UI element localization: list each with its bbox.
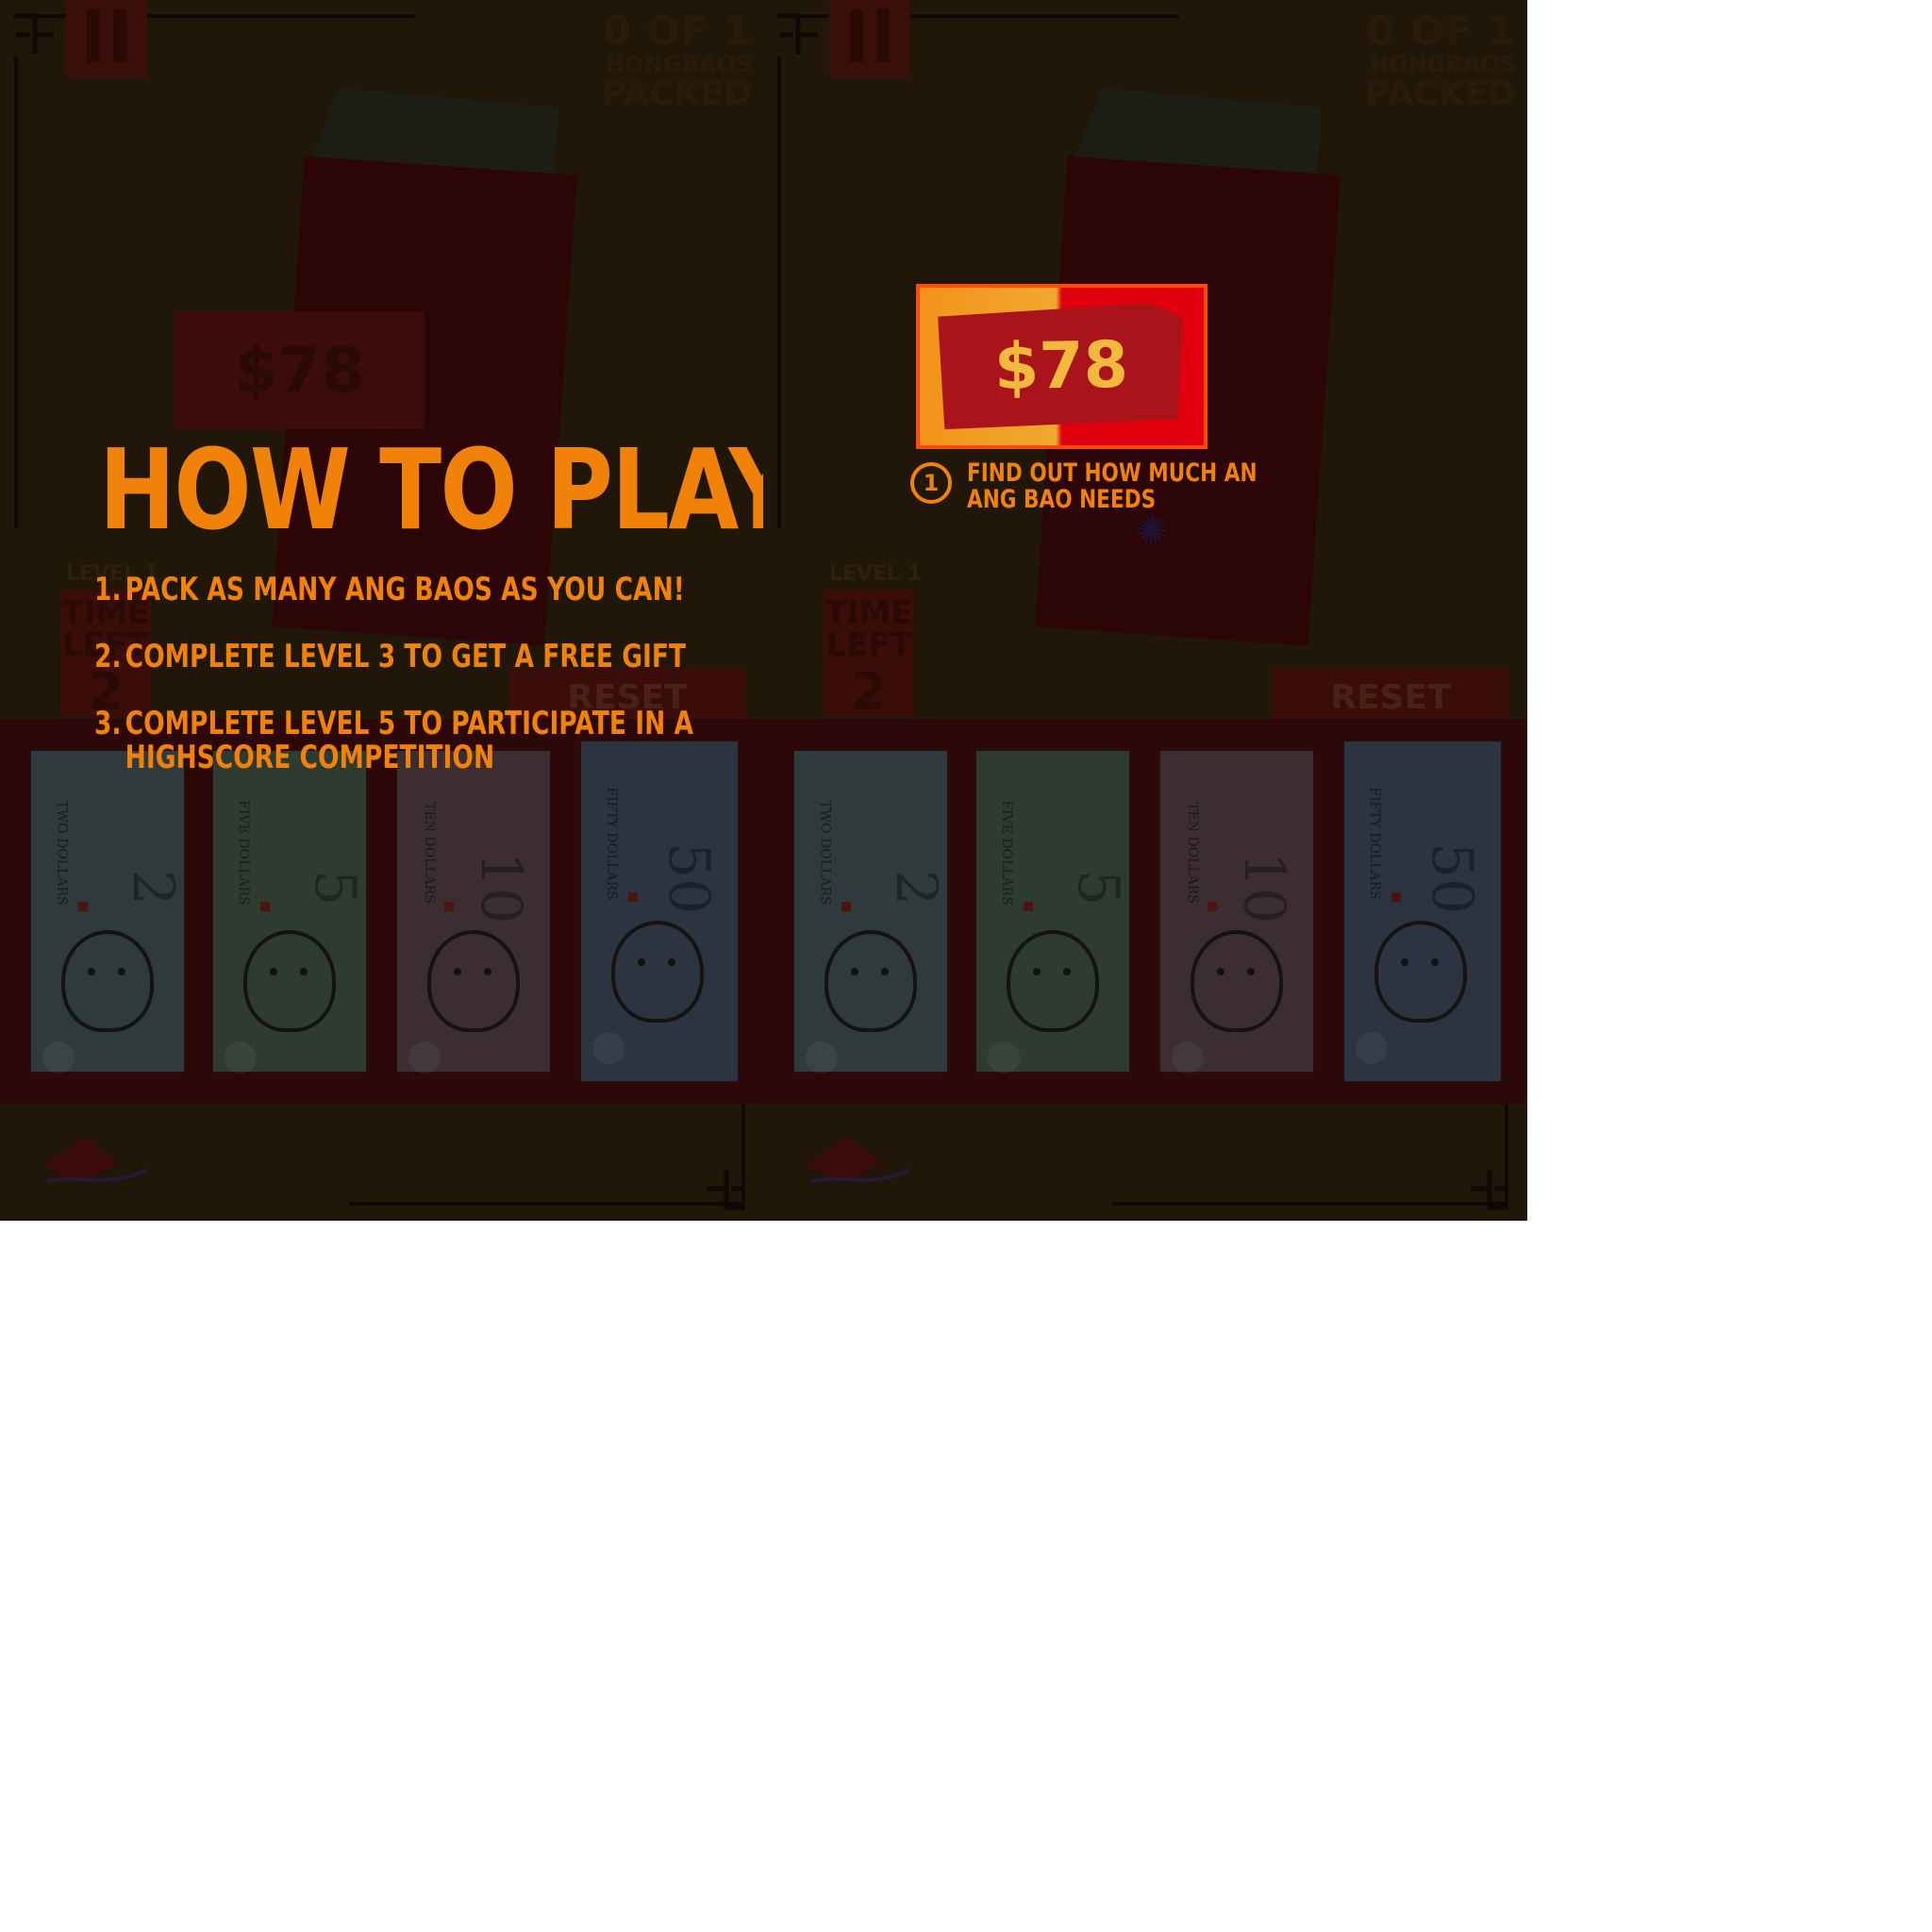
counter-label: HONGBAOS: [1370, 51, 1516, 77]
bill-2-dollar[interactable]: TWO DOLLARS 2: [30, 750, 186, 1074]
price-tag-highlight: $78: [916, 284, 1208, 449]
bill-10-dollar[interactable]: TEN DOLLARS 10: [1159, 750, 1314, 1074]
counter-label: HONGBAOS: [606, 51, 752, 77]
portrait-icon: [243, 930, 336, 1032]
how-to-play-step-1: 1. PACK AS MANY ANG BAOS AS YOU CAN!: [94, 571, 685, 608]
frame-bottom-line: [349, 1202, 745, 1206]
bill-5-dollar[interactable]: FIVE DOLLARS 5: [975, 750, 1131, 1074]
portrait-icon: [1007, 930, 1099, 1032]
frame-left-line: [14, 57, 18, 528]
brand-logo-icon: [806, 1137, 910, 1184]
counter-value: 0 OF 1: [602, 8, 752, 54]
portrait-icon: [427, 930, 520, 1032]
how-to-play-step-2: 2. COMPLETE LEVEL 3 TO GET A FREE GIFT: [94, 638, 687, 675]
how-to-play-panel: 0 OF 1 HONGBAOS PACKED $78 LEVEL 1 TIME …: [0, 0, 763, 1221]
bill-10-dollar[interactable]: TEN DOLLARS 10: [396, 750, 551, 1074]
how-to-play-title: HOW TO PLAY: [99, 425, 763, 555]
counter-value: 0 OF 1: [1366, 8, 1516, 54]
pause-button[interactable]: [66, 0, 147, 77]
game-screen: 0 OF 1 HONGBAOS PACKED $78 LEVEL 1 TIME …: [0, 0, 1527, 1221]
price-tag-dimmed: $78: [175, 311, 425, 429]
counter-label-packed: PACKED: [601, 75, 752, 113]
how-to-play-step-3: 3. COMPLETE LEVEL 5 TO PARTICIPATE IN A …: [94, 705, 694, 776]
bill-2-dollar[interactable]: TWO DOLLARS 2: [793, 750, 949, 1074]
knot-ornament-icon: [779, 13, 817, 54]
bill-50-dollar[interactable]: FIFTY DOLLARS 50: [1343, 741, 1502, 1082]
portrait-icon: [61, 930, 154, 1032]
bill-50-dollar[interactable]: FIFTY DOLLARS 50: [580, 741, 739, 1082]
brand-logo-icon: [42, 1137, 147, 1184]
portrait-icon: [611, 921, 704, 1023]
knot-ornament-icon: [1471, 1170, 1508, 1210]
knot-ornament-icon: [708, 1170, 745, 1210]
hongbao-counter: 0 OF 1 HONGBAOS PACKED: [601, 11, 752, 111]
counter-label-packed: PACKED: [1365, 75, 1516, 113]
frame-left-line: [777, 57, 781, 528]
bill-5-dollar[interactable]: FIVE DOLLARS 5: [212, 750, 368, 1074]
knot-ornament-icon: [16, 13, 54, 54]
level-label: LEVEL 1: [829, 562, 923, 586]
portrait-icon: [1374, 921, 1467, 1023]
portrait-icon: [1191, 930, 1283, 1032]
hongbao-counter: 0 OF 1 HONGBAOS PACKED: [1365, 11, 1516, 111]
time-left-value: 2: [851, 662, 887, 722]
price-tag: $78: [938, 303, 1185, 430]
pause-button[interactable]: [829, 0, 910, 77]
tutorial-step-text: FIND OUT HOW MUCH AN ANG BAO NEEDS: [967, 458, 1257, 514]
pause-icon: [87, 9, 100, 62]
step-number-badge: 1: [910, 462, 952, 504]
frame-bottom-line: [1112, 1202, 1508, 1206]
portrait-icon: [824, 930, 917, 1032]
envelope-logo-icon: ✺: [1134, 508, 1170, 555]
price-amount: $78: [993, 327, 1129, 405]
time-left-box: TIME LEFT 2: [824, 590, 914, 722]
pause-icon: [850, 9, 863, 62]
tutorial-panel: 0 OF 1 HONGBAOS PACKED ✺ LEVEL 1 TIME LE…: [763, 0, 1527, 1221]
reset-button[interactable]: RESET: [1273, 668, 1508, 724]
